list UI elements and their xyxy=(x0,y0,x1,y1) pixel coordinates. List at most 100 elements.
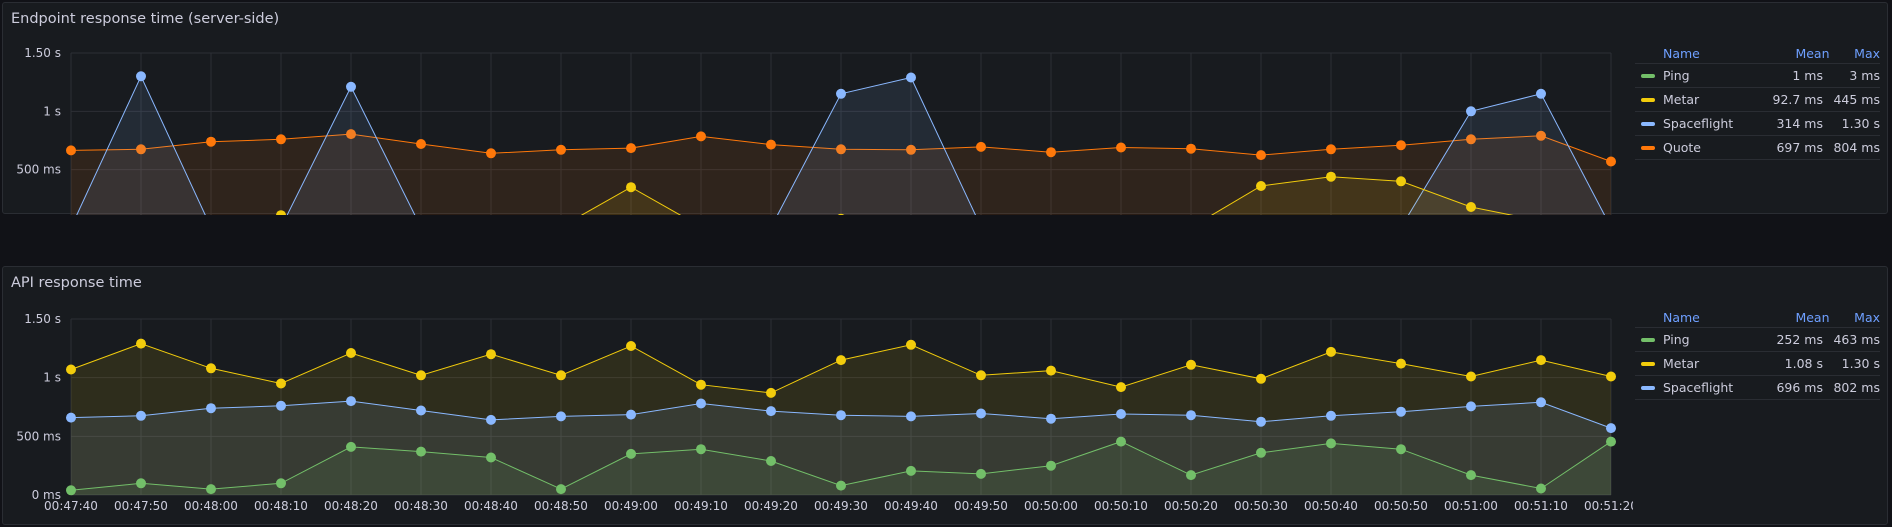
data-point[interactable] xyxy=(1046,147,1056,158)
data-point[interactable] xyxy=(1326,438,1336,449)
data-point[interactable] xyxy=(486,452,496,463)
data-point[interactable] xyxy=(66,145,76,156)
data-point[interactable] xyxy=(346,396,356,407)
data-point[interactable] xyxy=(1116,382,1126,393)
data-point[interactable] xyxy=(766,406,776,417)
data-point[interactable] xyxy=(486,414,496,425)
data-point[interactable] xyxy=(1186,359,1196,370)
legend-item-metar[interactable]: Metar 1.08 s 1.30 s xyxy=(1635,352,1880,376)
endpoint-response-chart[interactable]: 0 ms500 ms1 s1.50 s00:47:4000:47:5000:48… xyxy=(3,3,1633,215)
data-point[interactable] xyxy=(1606,436,1616,447)
data-point[interactable] xyxy=(1186,470,1196,481)
data-point[interactable] xyxy=(906,339,916,350)
data-point[interactable] xyxy=(976,370,986,381)
data-point[interactable] xyxy=(1606,423,1616,434)
data-point[interactable] xyxy=(346,81,356,92)
data-point[interactable] xyxy=(416,405,426,416)
data-point[interactable] xyxy=(1326,410,1336,421)
data-point[interactable] xyxy=(626,143,636,154)
api-response-chart[interactable]: 0 ms500 ms1 s1.50 s00:47:40 00:47:50 00:48… xyxy=(3,267,1633,526)
data-point[interactable] xyxy=(1466,470,1476,481)
data-point[interactable] xyxy=(696,444,706,455)
legend-header-max[interactable]: Max xyxy=(1830,46,1880,61)
data-point[interactable] xyxy=(276,134,286,145)
data-point[interactable] xyxy=(1256,150,1266,161)
data-point[interactable] xyxy=(976,468,986,479)
data-point[interactable] xyxy=(1256,181,1266,191)
data-point[interactable] xyxy=(976,141,986,152)
data-point[interactable] xyxy=(1466,202,1476,212)
data-point[interactable] xyxy=(416,139,426,149)
data-point[interactable] xyxy=(416,370,426,381)
data-point[interactable] xyxy=(1256,447,1266,458)
data-point[interactable] xyxy=(836,480,846,491)
data-point[interactable] xyxy=(836,88,846,99)
data-point[interactable] xyxy=(1186,410,1196,421)
data-point[interactable] xyxy=(1606,156,1616,167)
data-point[interactable] xyxy=(1606,371,1616,382)
data-point[interactable] xyxy=(276,378,286,389)
data-point[interactable] xyxy=(1466,106,1476,117)
data-point[interactable] xyxy=(1536,88,1546,99)
data-point[interactable] xyxy=(1046,413,1056,424)
data-point[interactable] xyxy=(136,71,146,82)
data-point[interactable] xyxy=(66,485,76,496)
data-point[interactable] xyxy=(1466,371,1476,382)
legend-header-name[interactable]: Name xyxy=(1635,310,1769,325)
data-point[interactable] xyxy=(556,144,566,155)
data-point[interactable] xyxy=(766,456,776,466)
data-point[interactable] xyxy=(1326,171,1336,182)
data-point[interactable] xyxy=(1396,176,1406,187)
data-point[interactable] xyxy=(906,411,916,422)
data-point[interactable] xyxy=(976,408,986,419)
legend-item-ping[interactable]: Ping 1 ms 3 ms xyxy=(1635,64,1880,88)
data-point[interactable] xyxy=(66,364,76,375)
data-point[interactable] xyxy=(1326,346,1336,357)
data-point[interactable] xyxy=(1116,436,1126,447)
legend-item-ping[interactable]: Ping 252 ms 463 ms xyxy=(1635,328,1880,352)
data-point[interactable] xyxy=(1256,416,1266,427)
data-point[interactable] xyxy=(206,363,216,374)
data-point[interactable] xyxy=(1536,355,1546,366)
data-point[interactable] xyxy=(836,410,846,421)
data-point[interactable] xyxy=(906,465,916,476)
legend-item-spaceflight[interactable]: Spaceflight 314 ms 1.30 s xyxy=(1635,112,1880,136)
legend-header-mean[interactable]: Mean xyxy=(1769,46,1829,61)
data-point[interactable] xyxy=(66,412,76,423)
data-point[interactable] xyxy=(346,441,356,452)
data-point[interactable] xyxy=(486,148,496,159)
data-point[interactable] xyxy=(626,448,636,459)
data-point[interactable] xyxy=(346,348,356,358)
data-point[interactable] xyxy=(1396,140,1406,151)
data-point[interactable] xyxy=(486,349,496,360)
data-point[interactable] xyxy=(1186,143,1196,154)
data-point[interactable] xyxy=(276,400,286,411)
data-point[interactable] xyxy=(766,139,776,150)
data-point[interactable] xyxy=(206,136,216,147)
data-point[interactable] xyxy=(556,484,566,495)
legend-header-mean[interactable]: Mean xyxy=(1769,310,1829,325)
legend-item-quote[interactable]: Quote 697 ms 804 ms xyxy=(1635,136,1880,160)
data-point[interactable] xyxy=(1536,397,1546,408)
data-point[interactable] xyxy=(556,370,566,381)
legend-item-metar[interactable]: Metar 92.7 ms 445 ms xyxy=(1635,88,1880,112)
data-point[interactable] xyxy=(1256,373,1266,384)
data-point[interactable] xyxy=(276,478,286,489)
data-point[interactable] xyxy=(1466,401,1476,412)
legend-item-spaceflight[interactable]: Spaceflight 696 ms 802 ms xyxy=(1635,376,1880,400)
data-point[interactable] xyxy=(1116,142,1126,153)
data-point[interactable] xyxy=(206,484,216,495)
data-point[interactable] xyxy=(696,379,706,390)
data-point[interactable] xyxy=(1046,460,1056,471)
data-point[interactable] xyxy=(1396,358,1406,369)
data-point[interactable] xyxy=(626,409,636,420)
data-point[interactable] xyxy=(1326,144,1336,155)
data-point[interactable] xyxy=(1046,365,1056,376)
data-point[interactable] xyxy=(696,131,706,142)
legend-header-name[interactable]: Name xyxy=(1635,46,1769,61)
data-point[interactable] xyxy=(136,338,146,349)
data-point[interactable] xyxy=(1396,444,1406,455)
data-point[interactable] xyxy=(1536,483,1546,494)
data-point[interactable] xyxy=(556,411,566,422)
legend-header-max[interactable]: Max xyxy=(1830,310,1880,325)
